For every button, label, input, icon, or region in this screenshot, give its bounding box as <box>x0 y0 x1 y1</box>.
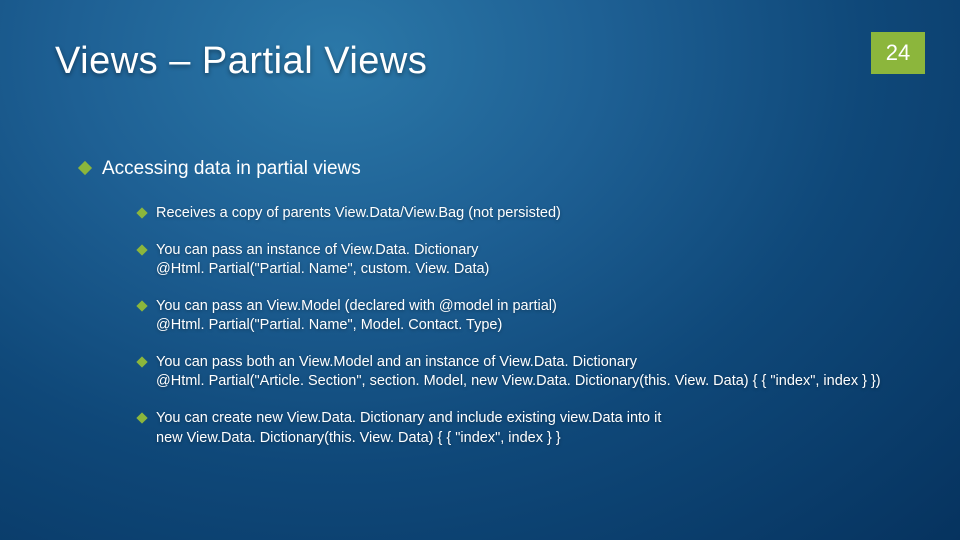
slide: Views – Partial Views 24 Accessing data … <box>0 0 960 540</box>
page-number-badge: 24 <box>871 32 925 74</box>
header-row: Views – Partial Views 24 <box>55 40 905 83</box>
list-item: Accessing data in partial views <box>80 158 905 180</box>
list-item-label: Accessing data in partial views <box>102 158 905 180</box>
diamond-bullet-icon <box>136 356 147 367</box>
list-item-label: Receives a copy of parents View.Data/Vie… <box>156 204 905 224</box>
slide-content: Accessing data in partial views Receives… <box>55 158 905 448</box>
list-item-label: You can pass an View.Model (declared wit… <box>156 297 905 336</box>
diamond-bullet-icon <box>136 244 147 255</box>
list-item: You can pass both an View.Model and an i… <box>138 353 905 392</box>
sublist: Receives a copy of parents View.Data/Vie… <box>80 204 905 448</box>
diamond-bullet-icon <box>136 300 147 311</box>
diamond-bullet-icon <box>136 412 147 423</box>
list-item: Receives a copy of parents View.Data/Vie… <box>138 204 905 224</box>
list-item-label: You can pass an instance of View.Data. D… <box>156 241 905 280</box>
list-item: You can create new View.Data. Dictionary… <box>138 409 905 448</box>
list-item-label: You can create new View.Data. Dictionary… <box>156 409 905 448</box>
list-item: You can pass an instance of View.Data. D… <box>138 241 905 280</box>
list-item: You can pass an View.Model (declared wit… <box>138 297 905 336</box>
list-item-label: You can pass both an View.Model and an i… <box>156 353 905 392</box>
diamond-bullet-icon <box>78 161 92 175</box>
slide-title: Views – Partial Views <box>55 40 427 83</box>
diamond-bullet-icon <box>136 207 147 218</box>
